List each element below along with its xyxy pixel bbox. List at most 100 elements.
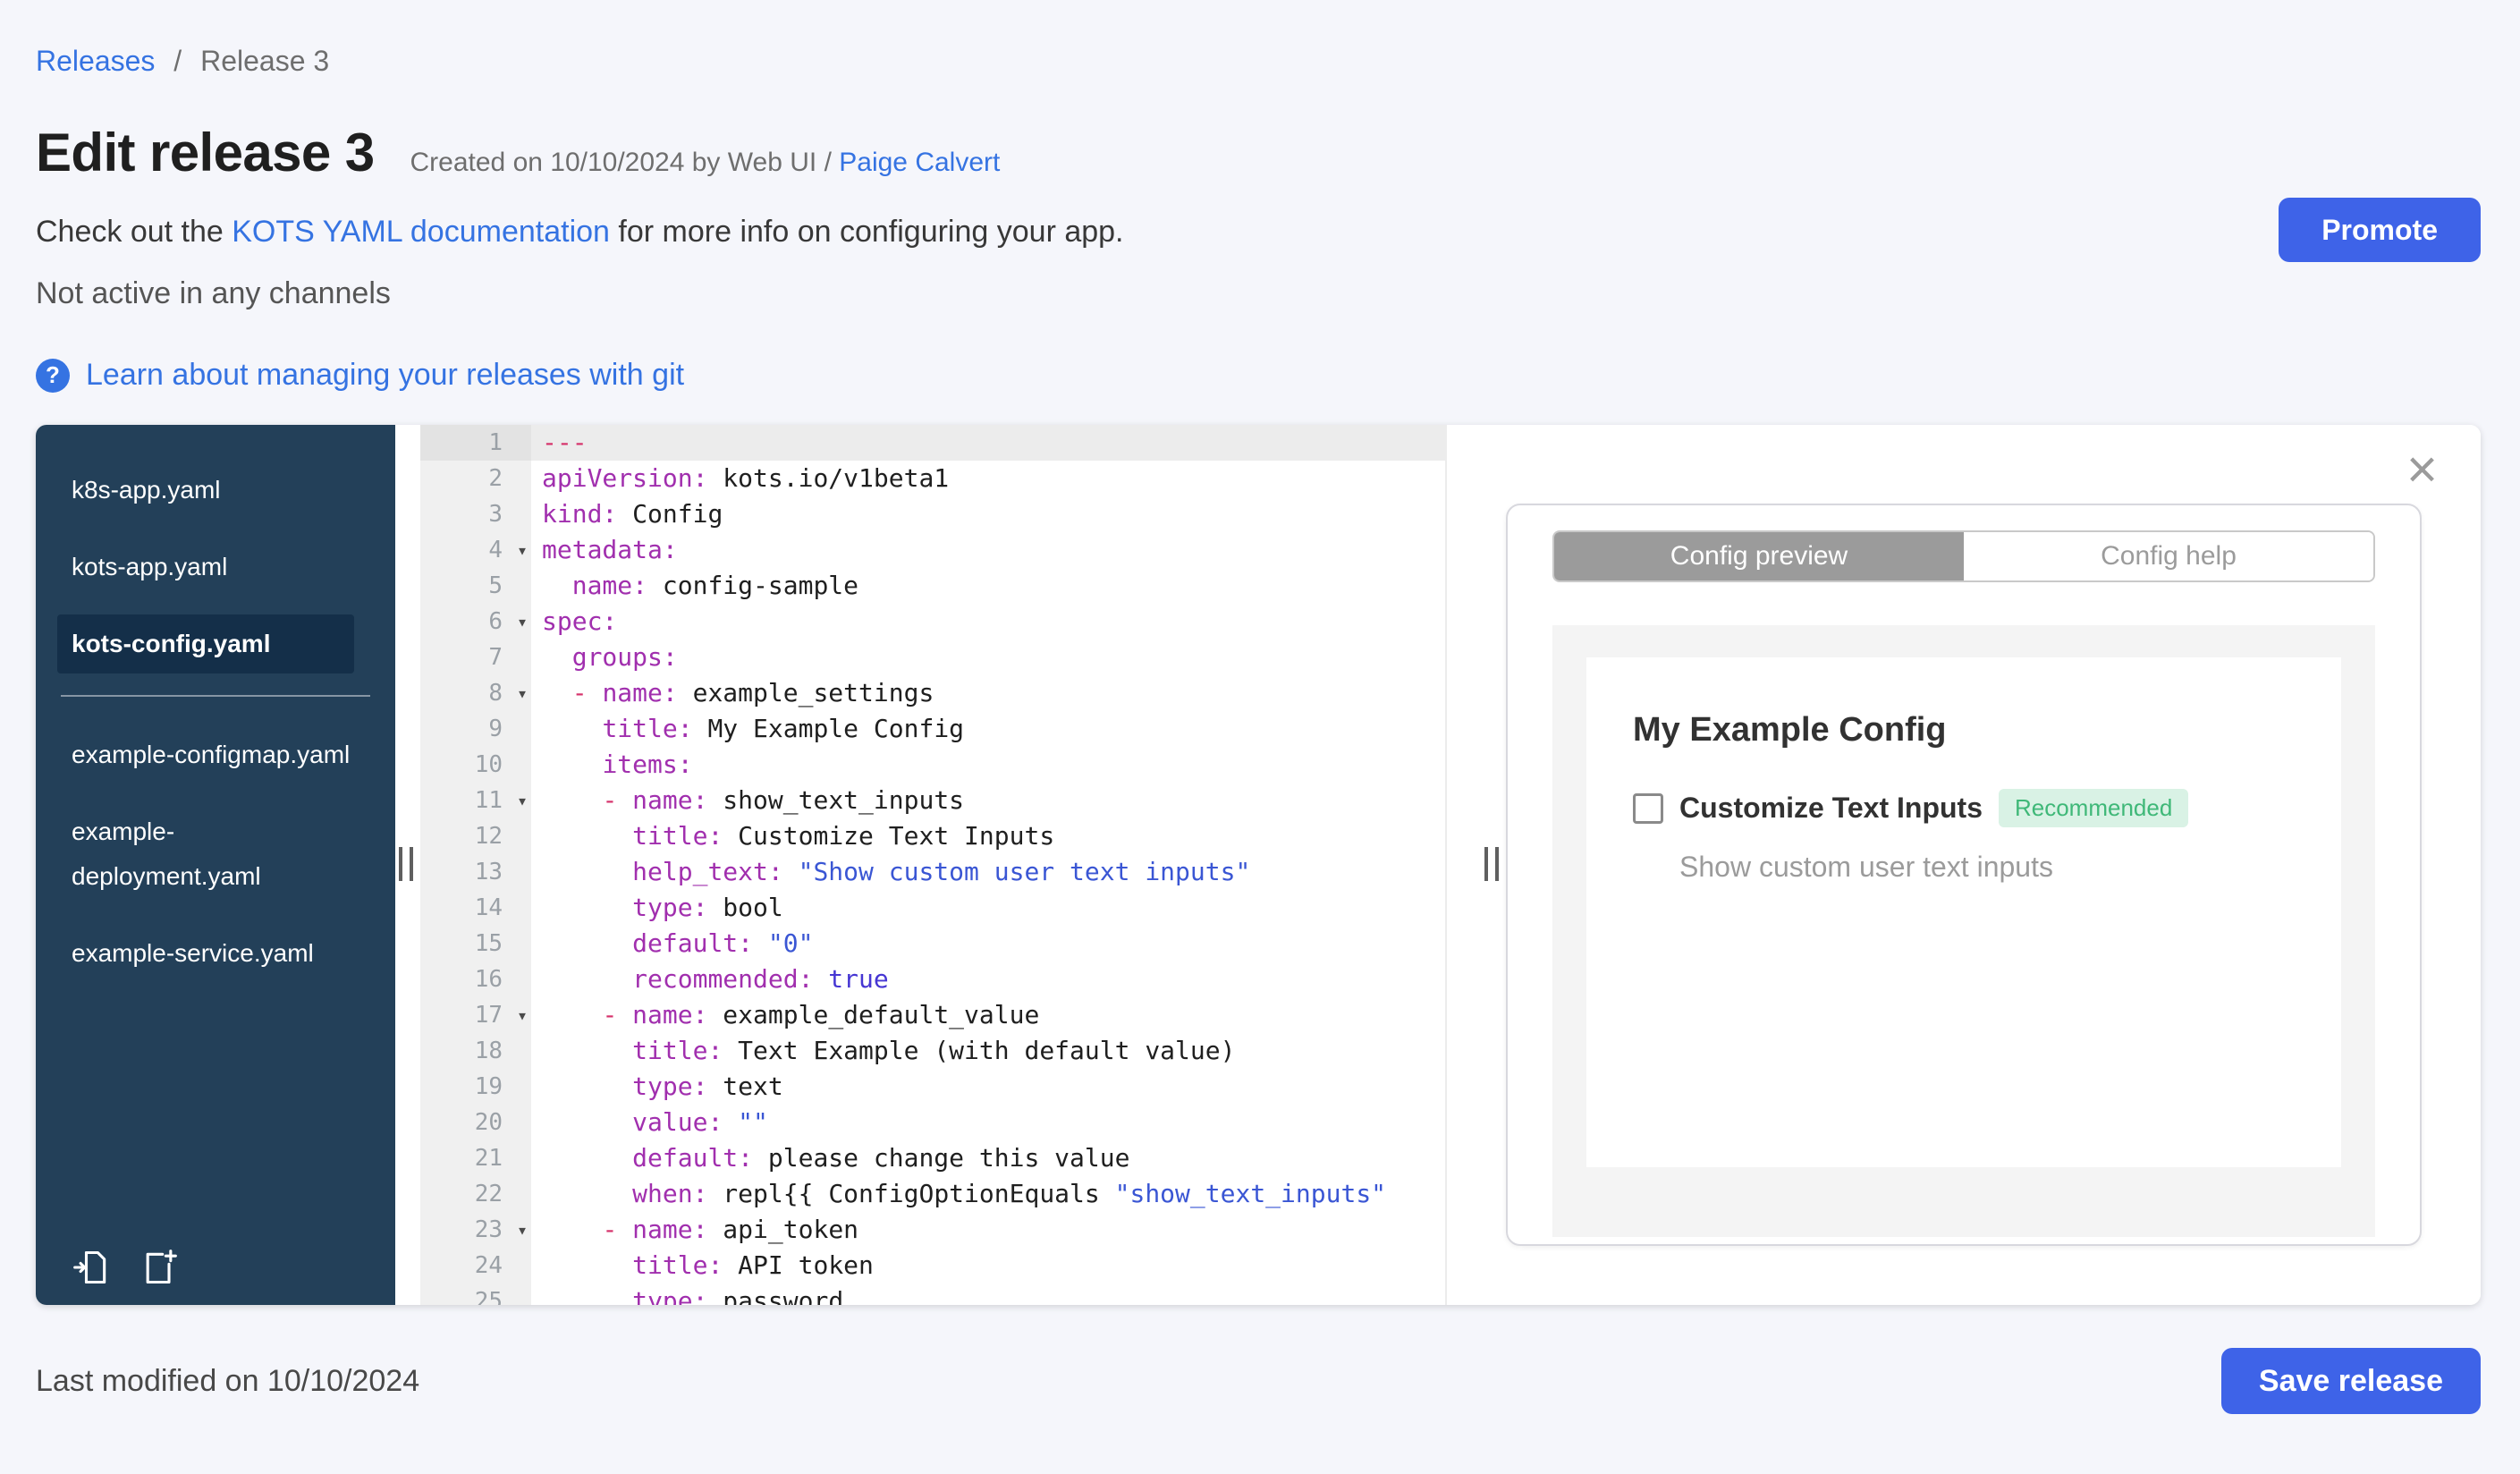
- code-line[interactable]: 16 recommended: true: [420, 961, 1445, 997]
- recommended-badge: Recommended: [1998, 789, 2189, 827]
- sidebar-file-example-configmap.yaml[interactable]: example-configmap.yaml: [57, 725, 354, 784]
- code-line-text: spec:: [542, 606, 618, 636]
- code-line-text: - name: show_text_inputs: [602, 785, 965, 815]
- promote-button[interactable]: Promote: [2279, 198, 2481, 262]
- fold-arrow-icon[interactable]: ▾: [517, 532, 528, 568]
- line-number: 24: [420, 1248, 531, 1283]
- config-option-help-text: Show custom user text inputs: [1679, 851, 2053, 883]
- line-number: 22: [420, 1176, 531, 1212]
- line-number: 12: [420, 818, 531, 854]
- code-line-text: default: "0": [632, 928, 814, 958]
- code-line-text: ---: [531, 425, 1445, 461]
- code-line[interactable]: 11 ▾ - name: show_text_inputs: [420, 783, 1445, 818]
- code-line-text: metadata:: [542, 535, 678, 564]
- save-release-button[interactable]: Save release: [2220, 1348, 2481, 1414]
- channel-status: Not active in any channels: [36, 276, 391, 310]
- code-line[interactable]: 7 groups:: [420, 640, 1445, 675]
- code-line[interactable]: 6 ▾ spec:: [420, 604, 1445, 640]
- file-tree-divider: [61, 695, 370, 697]
- code-line-text: - name: api_token: [602, 1215, 859, 1244]
- code-lines: 1 --- 2 apiVersion: kots.io/v1beta1 3 kind: C…: [420, 425, 1445, 1305]
- file-tree-sidebar: k8s-app.yaml kots-app.yaml kots-config.yam…: [36, 425, 395, 1305]
- line-number: 2: [420, 461, 531, 496]
- code-line-text: - name: example_settings: [571, 678, 934, 707]
- code-line[interactable]: 13 help_text: "Show custom user text inp…: [420, 854, 1445, 890]
- code-line-text: kind: Config: [542, 499, 723, 529]
- tab-config-help[interactable]: Config help: [1964, 532, 2373, 580]
- line-number: 7: [420, 640, 531, 675]
- line-number: 14: [420, 890, 531, 926]
- fold-arrow-icon[interactable]: ▾: [517, 997, 528, 1033]
- code-line[interactable]: 3 kind: Config: [420, 496, 1445, 532]
- page: Releases / Release 3 Edit release 3 Crea…: [0, 0, 2520, 1474]
- code-line[interactable]: 21 default: please change this value: [420, 1140, 1445, 1176]
- sidebar-file-kots-app.yaml[interactable]: kots-app.yaml: [57, 538, 354, 597]
- code-line[interactable]: 8 ▾ - name: example_settings: [420, 675, 1445, 711]
- code-line-text: type: password: [632, 1286, 844, 1305]
- sidebar-file-k8s-app.yaml[interactable]: k8s-app.yaml: [57, 461, 354, 520]
- code-line-text: type: text: [632, 1072, 783, 1101]
- breadcrumb-separator: /: [173, 45, 182, 77]
- breadcrumb: Releases / Release 3: [36, 43, 2481, 79]
- code-line-text: default: please change this value: [632, 1143, 1130, 1173]
- code-line[interactable]: 23 ▾ - name: api_token: [420, 1212, 1445, 1248]
- resize-handle-left[interactable]: [399, 847, 413, 881]
- kots-yaml-docs-link[interactable]: KOTS YAML documentation: [232, 215, 610, 249]
- code-line[interactable]: 5 name: config-sample: [420, 568, 1445, 604]
- docs-row: Check out the KOTS YAML documentation fo…: [36, 198, 2481, 262]
- config-checkbox[interactable]: [1633, 792, 1663, 824]
- code-line[interactable]: 20 value: "": [420, 1105, 1445, 1140]
- fold-arrow-icon[interactable]: ▾: [517, 604, 528, 640]
- code-line[interactable]: 4 ▾ metadata:: [420, 532, 1445, 568]
- code-line[interactable]: 17 ▾ - name: example_default_value: [420, 997, 1445, 1033]
- line-number: 25: [420, 1283, 531, 1305]
- import-file-icon[interactable]: [72, 1248, 111, 1287]
- breadcrumb-current: Release 3: [200, 45, 330, 77]
- code-line[interactable]: 18 title: Text Example (with default val…: [420, 1033, 1445, 1069]
- code-line[interactable]: 24 title: API token: [420, 1248, 1445, 1283]
- code-line[interactable]: 15 default: "0": [420, 926, 1445, 961]
- code-line-text: title: Customize Text Inputs: [632, 821, 1055, 851]
- code-line[interactable]: 9 title: My Example Config: [420, 711, 1445, 747]
- code-line[interactable]: 22 when: repl{{ ConfigOptionEquals "show…: [420, 1176, 1445, 1212]
- sidebar-file-example-service.yaml[interactable]: example-service.yaml: [57, 924, 354, 983]
- code-line-text: title: Text Example (with default value): [632, 1036, 1236, 1065]
- code-line-text: recommended: true: [632, 964, 889, 994]
- code-line-text: items:: [602, 750, 693, 779]
- code-line[interactable]: 10 items:: [420, 747, 1445, 783]
- resize-handle-right[interactable]: [1484, 847, 1499, 881]
- release-editor-workspace: k8s-app.yaml kots-app.yaml kots-config.yam…: [36, 425, 2481, 1305]
- config-preview-card: Config preview Config help My Example Con…: [1506, 504, 2422, 1246]
- help-question-icon[interactable]: ?: [36, 358, 70, 393]
- line-number: 13: [420, 854, 531, 890]
- fold-arrow-icon[interactable]: ▾: [517, 675, 528, 711]
- sidebar-file-kots-config.yaml[interactable]: kots-config.yaml: [57, 614, 354, 673]
- line-number: 20: [420, 1105, 531, 1140]
- line-number: 10: [420, 747, 531, 783]
- close-icon[interactable]: ×: [2406, 443, 2438, 496]
- sidebar-file-example-deployment.yaml[interactable]: example-deployment.yaml: [57, 802, 354, 906]
- fold-arrow-icon[interactable]: ▾: [517, 1212, 528, 1248]
- line-number: 18: [420, 1033, 531, 1069]
- code-line[interactable]: 25 type: password: [420, 1283, 1445, 1305]
- code-line[interactable]: 12 title: Customize Text Inputs: [420, 818, 1445, 854]
- fold-arrow-icon[interactable]: ▾: [517, 783, 528, 818]
- breadcrumb-link-releases[interactable]: Releases: [36, 45, 155, 77]
- yaml-code-editor[interactable]: 1 --- 2 apiVersion: kots.io/v1beta1 3 kind: C…: [395, 425, 1445, 1305]
- config-option-label: Customize Text Inputs: [1679, 792, 1983, 824]
- docs-text-suffix: for more info on configuring your app.: [618, 215, 1124, 249]
- tab-config-preview[interactable]: Config preview: [1554, 532, 1964, 580]
- new-file-icon[interactable]: [140, 1248, 179, 1287]
- code-line[interactable]: 19 type: text: [420, 1069, 1445, 1105]
- config-preview-panel: × Config preview Config help My Example C…: [1445, 425, 2481, 1305]
- line-number: 8 ▾: [420, 675, 531, 711]
- page-title: Edit release 3: [36, 123, 375, 182]
- created-author-link[interactable]: Paige Calvert: [839, 148, 1000, 177]
- file-tree-actions: [72, 1248, 179, 1287]
- code-line[interactable]: 14 type: bool: [420, 890, 1445, 926]
- line-number: 17 ▾: [420, 997, 531, 1033]
- code-line-text: value: "": [632, 1107, 768, 1137]
- code-line[interactable]: 1 ---: [420, 425, 1445, 461]
- code-line[interactable]: 2 apiVersion: kots.io/v1beta1: [420, 461, 1445, 496]
- git-help-link[interactable]: Learn about managing your releases with …: [86, 358, 684, 393]
